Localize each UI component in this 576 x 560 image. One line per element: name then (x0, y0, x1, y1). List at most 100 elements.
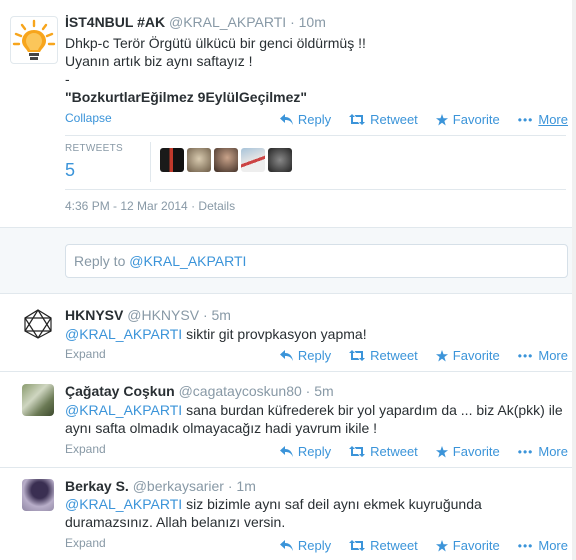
timestamp-link[interactable]: 1m (236, 478, 255, 494)
tweet-actions: Reply Retweet Favorite ••• More (279, 444, 568, 459)
expand-link[interactable]: Expand (65, 347, 106, 361)
handle[interactable]: @cagataycoskun80 (179, 383, 302, 399)
favorite-button[interactable]: Favorite (435, 112, 500, 127)
retweet-label: Retweet (370, 112, 418, 127)
handle[interactable]: @berkaysarier (133, 478, 224, 494)
reply-tweet[interactable]: HKNYSV @HKNYSV · 5m @KRAL_AKPARTI siktir… (0, 295, 576, 372)
tweet-header: Çağatay Coşkun @cagataycoskun80 · 5m (65, 383, 334, 399)
reply-label: Reply (297, 444, 332, 459)
reply-input[interactable]: Reply to @KRAL_AKPARTI (65, 244, 568, 278)
tweet-line: @KRAL_AKPARTI sana burdan küfrederek bir… (65, 401, 570, 419)
favorite-button[interactable]: Favorite (435, 538, 500, 553)
tweet-actions: Reply Retweet Favorite ••• More (279, 348, 568, 363)
retweeter-avatar[interactable] (214, 148, 238, 172)
reply-label: Reply (297, 538, 332, 553)
stats-label: RETWEETS (65, 143, 123, 154)
retweet-icon (349, 540, 366, 551)
avatar[interactable] (22, 384, 54, 416)
divider (65, 135, 566, 136)
timestamp-link[interactable]: 5m (212, 307, 231, 323)
retweeter-avatar[interactable] (187, 148, 211, 172)
tweet-detail-line: 4:36 PM - 12 Mar 2014 · Details (65, 199, 235, 213)
retweet-button[interactable]: Retweet (349, 538, 418, 553)
more-button[interactable]: ••• More (518, 444, 568, 459)
mention-link[interactable]: @KRAL_AKPARTI (65, 496, 182, 512)
favorite-label: Favorite (452, 444, 500, 459)
time-separator: · (227, 478, 233, 494)
avatar[interactable] (22, 479, 54, 511)
fullname[interactable]: HKNYSV (65, 307, 123, 323)
mention-link[interactable]: @KRAL_AKPARTI (65, 402, 182, 418)
more-button[interactable]: ••• More (518, 538, 568, 553)
retweet-button[interactable]: Retweet (349, 112, 418, 127)
fullname[interactable]: Berkay S. (65, 478, 129, 494)
tweet-line: Uyanın artık biz aynı saftayız ! (65, 53, 253, 69)
more-dots-icon: ••• (517, 538, 534, 553)
geometric-logo-icon (24, 309, 52, 339)
retweeter-avatar[interactable] (241, 148, 265, 172)
reply-button[interactable]: Reply (279, 348, 331, 363)
tweet-header: Berkay S. @berkaysarier · 1m (65, 478, 256, 494)
more-button[interactable]: ••• More (518, 112, 568, 127)
reply-button[interactable]: Reply (279, 538, 332, 553)
timestamp-link[interactable]: 10m (299, 14, 326, 30)
handle[interactable]: @KRAL_AKPARTI (169, 14, 286, 30)
collapse-link[interactable]: Collapse (65, 111, 112, 125)
avatar[interactable] (22, 308, 54, 340)
star-icon (435, 539, 448, 551)
more-button[interactable]: ••• More (518, 348, 568, 363)
favorite-button[interactable]: Favorite (435, 444, 500, 459)
star-icon (435, 113, 448, 125)
star-icon (435, 445, 448, 457)
timestamp-link[interactable]: 5m (314, 383, 333, 399)
time-separator: · (290, 14, 295, 30)
favorite-button[interactable]: Favorite (435, 348, 500, 363)
retweet-label: Retweet (370, 348, 418, 363)
more-label: More (538, 444, 568, 459)
akp-lightbulb-logo-icon (12, 19, 56, 60)
fullname[interactable]: İST4NBUL #AK (65, 14, 165, 30)
handle[interactable]: @HKNYSV (127, 307, 199, 323)
retweeter-avatars (160, 148, 292, 172)
mention-link[interactable]: @KRAL_AKPARTI (65, 326, 182, 342)
fullname[interactable]: Çağatay Coşkun (65, 383, 175, 399)
reply-tweet[interactable]: Berkay S. @berkaysarier · 1m @KRAL_AKPAR… (0, 468, 576, 560)
retweeter-avatar[interactable] (268, 148, 292, 172)
expand-link[interactable]: Expand (65, 442, 106, 456)
user-avatar[interactable] (10, 16, 58, 64)
tweet-text: @KRAL_AKPARTI siktir git provpkasyon yap… (65, 325, 565, 343)
favorite-label: Favorite (452, 348, 500, 363)
retweet-stats[interactable]: RETWEETS 5 (65, 143, 145, 181)
tweet-body: siktir git provpkasyon yapma! (182, 326, 367, 342)
retweet-button[interactable]: Retweet (349, 348, 418, 363)
retweet-button[interactable]: Retweet (349, 444, 418, 459)
reply-placeholder: Reply to (74, 253, 130, 269)
tweet-text: @KRAL_AKPARTI sana burdan küfrederek bir… (65, 401, 570, 437)
reply-tweet[interactable]: Çağatay Coşkun @cagataycoskun80 · 5m @KR… (0, 372, 576, 468)
reply-mention: @KRAL_AKPARTI (129, 253, 247, 269)
favorite-label: Favorite (452, 112, 500, 127)
tweet-actions: Reply Retweet Favorite ••• More (279, 112, 568, 127)
stats-divider (150, 142, 151, 182)
reply-icon (279, 114, 293, 125)
tweet-line: Dhkp-c Terör Örgütü ülkücü bir genci öld… (65, 35, 366, 51)
details-link[interactable]: Details (198, 199, 235, 213)
more-label: More (538, 348, 568, 363)
retweeter-avatar[interactable] (160, 148, 184, 172)
tweet-text: @KRAL_AKPARTI siz bizimle aynı saf deil … (65, 495, 570, 531)
tweet-line: "BozkurtlarEğilmez 9EylülGeçilmez" (65, 89, 308, 105)
reply-icon (279, 540, 293, 551)
star-icon (435, 349, 448, 361)
main-tweet: İST4NBUL #AK @KRAL_AKPARTI · 10m Dhkp-c … (0, 0, 576, 228)
reply-button[interactable]: Reply (279, 444, 332, 459)
retweet-icon (349, 446, 366, 457)
tweet-line: aynı safta olmadık olmayacağız hadi yavr… (65, 420, 378, 436)
tweet-header: İST4NBUL #AK @KRAL_AKPARTI · 10m (65, 14, 326, 30)
full-timestamp[interactable]: 4:36 PM - 12 Mar 2014 (65, 199, 188, 213)
tweet-body: siz bizimle aynı saf deil aynı ekmek kuy… (182, 496, 482, 512)
expand-link[interactable]: Expand (65, 536, 106, 550)
retweet-label: Retweet (370, 444, 418, 459)
more-dots-icon: ••• (517, 112, 534, 127)
scrollbar[interactable] (572, 0, 576, 560)
reply-button[interactable]: Reply (279, 112, 331, 127)
